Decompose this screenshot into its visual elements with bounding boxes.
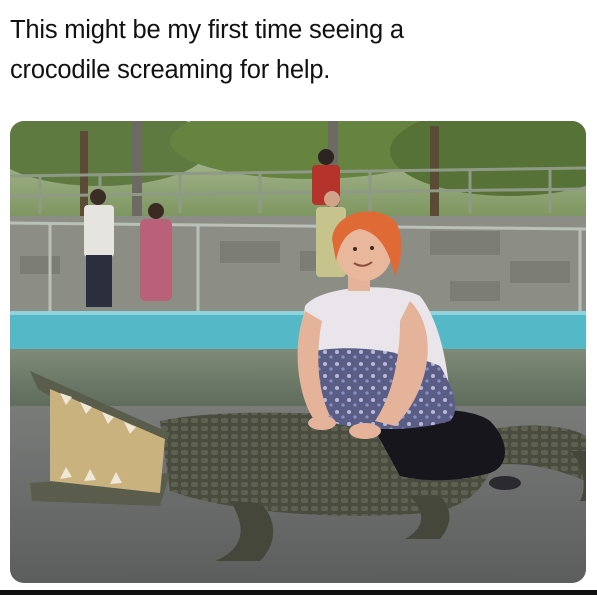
tree-trunk xyxy=(430,126,439,231)
hand xyxy=(349,423,381,439)
post-text-line-2: crocodile screaming for help. xyxy=(10,56,331,84)
post-text-line-1: This might be my first time seeing a xyxy=(10,16,404,44)
crocodile-scene-illustration xyxy=(10,121,586,583)
bottom-divider xyxy=(0,590,597,595)
pavilion-post xyxy=(132,121,142,216)
spectator-left xyxy=(84,189,114,307)
post-photo[interactable] xyxy=(10,121,586,583)
hand xyxy=(308,416,336,430)
post-text: This might be my first time seeing a cro… xyxy=(10,10,585,90)
